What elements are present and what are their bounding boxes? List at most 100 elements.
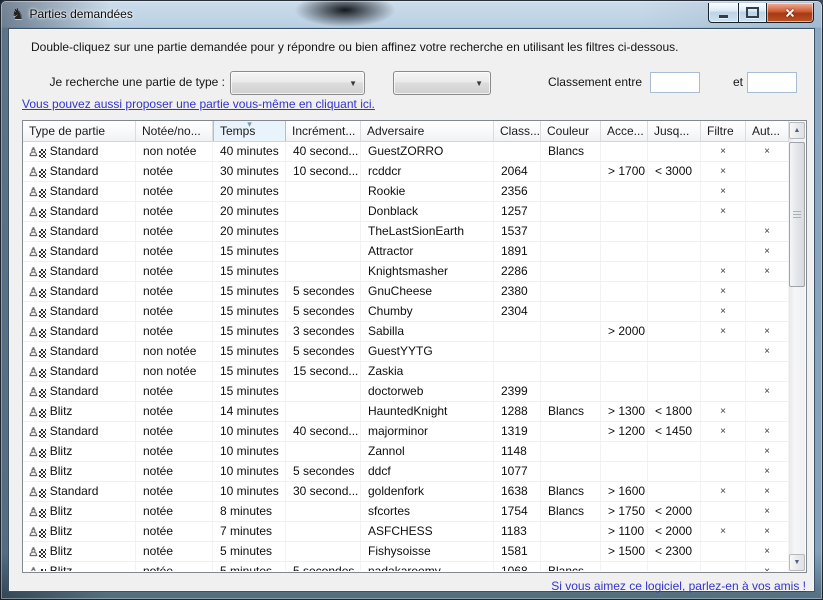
cell-increment: 5 secondes [286, 282, 361, 301]
column-header-rated[interactable]: Notée/no... [136, 121, 213, 141]
cell-rated: notée [136, 542, 213, 561]
cell-color: Blancs [541, 402, 601, 421]
column-header-below[interactable]: Jusq... [648, 121, 701, 141]
game-row[interactable]: ♙Blitznotée5 minutes5 secondesnadakareem… [23, 562, 789, 571]
rating-min-input[interactable] [650, 72, 700, 93]
game-row[interactable]: ♙Standardnon notée15 minutes5 secondesGu… [23, 342, 789, 362]
cell-below [648, 382, 701, 401]
column-header-increment[interactable]: Incrément... [286, 121, 361, 141]
game-type-combobox[interactable]: ▼ [230, 71, 365, 95]
cell-color: Blancs [541, 502, 601, 521]
pawn-board-icon: ♙ [28, 245, 46, 259]
game-row[interactable]: ♙Standardnotée30 minutes10 second...rcdd… [23, 162, 789, 182]
share-with-friends-link[interactable]: Si vous aimez ce logiciel, parlez-en à v… [551, 579, 806, 593]
scroll-down-arrow-icon: ▼ [794, 559, 801, 566]
game-row[interactable]: ♙Standardnotée10 minutes30 second...gold… [23, 482, 789, 502]
cell-rated: notée [136, 242, 213, 261]
column-header-label: Class... [500, 124, 540, 138]
game-row[interactable]: ♙Standardnotée15 minutes5 secondesGnuChe… [23, 282, 789, 302]
cell-type: ♙Standard [23, 482, 136, 501]
cell-color [541, 302, 601, 321]
pawn-board-icon: ♙ [28, 385, 46, 399]
column-header-above[interactable]: Acce... [601, 121, 648, 141]
game-row[interactable]: ♙Blitznotée10 minutesZannol1148× [23, 442, 789, 462]
cell-color [541, 462, 601, 481]
cell-time: 40 minutes [213, 142, 286, 161]
cell-below [648, 302, 701, 321]
games-listview[interactable]: Type de partieNotée/no...Temps▾Incrément… [22, 120, 807, 573]
close-icon [784, 7, 796, 19]
column-header-time[interactable]: Temps▾ [213, 121, 286, 141]
game-subtype-combobox[interactable]: ▼ [393, 71, 491, 95]
cell-type: ♙Standard [23, 262, 136, 281]
cell-rated: non notée [136, 342, 213, 361]
game-row[interactable]: ♙Standardnotée15 minutesdoctorweb2399× [23, 382, 789, 402]
column-header-label: Acce... [607, 124, 644, 138]
propose-game-link[interactable]: Vous pouvez aussi proposer une partie vo… [22, 97, 375, 111]
titlebar[interactable]: ♞ Parties demandées [0, 0, 823, 28]
cell-rated: notée [136, 442, 213, 461]
game-row[interactable]: ♙Blitznotée5 minutesFishysoisse1581> 150… [23, 542, 789, 562]
cell-rating: 1638 [494, 482, 541, 501]
cell-time: 15 minutes [213, 342, 286, 361]
cell-rating: 1183 [494, 522, 541, 541]
cell-auto: × [746, 422, 789, 441]
minimize-button[interactable] [708, 3, 739, 23]
cell-time: 14 minutes [213, 402, 286, 421]
game-row[interactable]: ♙Standardnotée15 minutesAttractor1891× [23, 242, 789, 262]
scroll-down-button[interactable]: ▼ [789, 554, 805, 571]
cell-color [541, 382, 601, 401]
column-header-auto[interactable]: Aut... [746, 121, 789, 141]
game-row[interactable]: ♙Standardnotée10 minutes40 second...majo… [23, 422, 789, 442]
close-button[interactable] [766, 3, 814, 23]
game-row[interactable]: ♙Blitznotée14 minutesHauntedKnight1288Bl… [23, 402, 789, 422]
game-row[interactable]: ♙Standardnotée15 minutesKnightsmasher228… [23, 262, 789, 282]
game-row[interactable]: ♙Standardnon notée15 minutes15 second...… [23, 362, 789, 382]
cell-time: 15 minutes [213, 282, 286, 301]
game-row[interactable]: ♙Standardnotée20 minutesTheLastSionEarth… [23, 222, 789, 242]
cell-filter: × [701, 322, 746, 341]
game-row[interactable]: ♙Standardnotée20 minutesRookie2356× [23, 182, 789, 202]
column-header-filter[interactable]: Filtre [701, 121, 746, 141]
cell-time: 15 minutes [213, 382, 286, 401]
cell-opponent: goldenfork [361, 482, 494, 501]
column-header-type[interactable]: Type de partie [23, 121, 136, 141]
cell-time: 15 minutes [213, 242, 286, 261]
cell-above [601, 382, 648, 401]
maximize-button[interactable] [739, 3, 766, 23]
cell-above [601, 142, 648, 161]
cell-rating: 1581 [494, 542, 541, 561]
column-header-rating[interactable]: Class... [494, 121, 541, 141]
game-row[interactable]: ♙Standardnotée20 minutesDonblack1257× [23, 202, 789, 222]
game-row[interactable]: ♙Blitznotée10 minutes5 secondesddcf1077× [23, 462, 789, 482]
cell-type: ♙Blitz [23, 562, 136, 571]
game-row[interactable]: ♙Blitznotée8 minutessfcortes1754Blancs> … [23, 502, 789, 522]
cell-filter: × [701, 402, 746, 421]
cell-auto [746, 402, 789, 421]
column-header-opponent[interactable]: Adversaire [361, 121, 494, 141]
sort-descending-icon: ▾ [247, 121, 252, 134]
cell-auto: × [746, 342, 789, 361]
cell-opponent: GuestYYTG [361, 342, 494, 361]
scrollbar-thumb[interactable] [789, 142, 805, 287]
column-header-color[interactable]: Couleur [541, 121, 601, 141]
cell-above [601, 462, 648, 481]
cell-rating: 2399 [494, 382, 541, 401]
pawn-board-icon: ♙ [28, 525, 46, 539]
rating-max-input[interactable] [747, 72, 797, 93]
cell-increment: 5 secondes [286, 562, 361, 571]
game-row[interactable]: ♙Blitznotée7 minutesASFCHESS1183> 1100< … [23, 522, 789, 542]
game-row[interactable]: ♙Standardnotée15 minutes5 secondesChumby… [23, 302, 789, 322]
cell-type: ♙Standard [23, 182, 136, 201]
scrollbar-grip-icon [793, 211, 801, 219]
cell-filter [701, 542, 746, 561]
game-row[interactable]: ♙Standardnon notée40 minutes40 second...… [23, 142, 789, 162]
game-row[interactable]: ♙Standardnotée15 minutes3 secondesSabill… [23, 322, 789, 342]
cell-time: 15 minutes [213, 362, 286, 381]
scroll-up-button[interactable]: ▲ [789, 122, 805, 139]
cell-time: 20 minutes [213, 182, 286, 201]
cell-increment: 15 second... [286, 362, 361, 381]
window-title: Parties demandées [29, 7, 132, 21]
vertical-scrollbar[interactable]: ▲ ▼ [789, 122, 805, 571]
cell-color [541, 422, 601, 441]
